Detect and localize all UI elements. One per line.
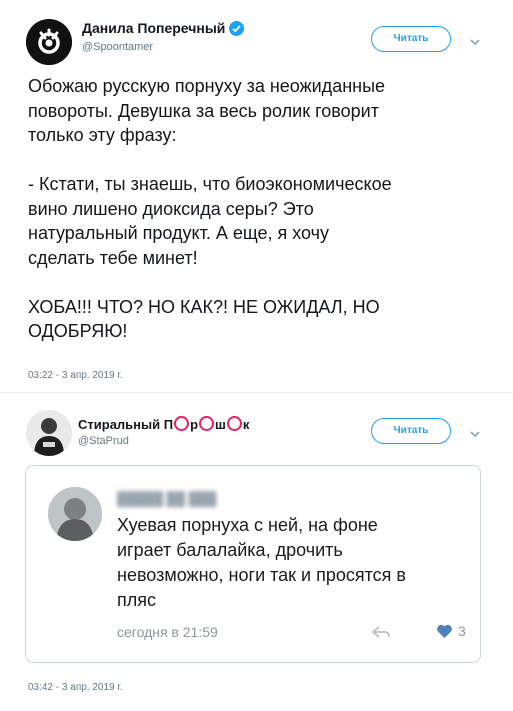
follow-button[interactable]: Читать [371, 418, 451, 444]
text-line-blank [28, 270, 498, 295]
tweet-timestamp[interactable]: 03:22 - 3 апр. 2019 г. [28, 370, 123, 381]
text-line: ХОБА!!! ЧТО? НО КАК?! НЕ ОЖИДАЛ, НО [28, 296, 380, 317]
comment-text: Хуевая порнуха с ней, на фоне играет бал… [117, 513, 462, 613]
tweet-text: Обожаю русскую порнуху за неожиданные по… [28, 74, 498, 344]
circle-o-icon [199, 416, 215, 431]
text-line: Хуевая порнуха с ней, на фоне [117, 515, 378, 535]
comment-time: сегодня в 21:59 [117, 624, 218, 640]
text-line: невозможно, ноги так и просятся в [117, 565, 406, 585]
text-line: пляс [117, 590, 156, 610]
circle-o-icon [226, 416, 242, 431]
like-count: 3 [458, 623, 466, 639]
author-name[interactable]: Стиральный Пршк [78, 416, 249, 432]
text-line-blank [28, 148, 498, 173]
text-line: сделать тебе минет! [28, 247, 198, 268]
author-handle[interactable]: @StaPrud [78, 435, 129, 447]
author-avatar[interactable] [26, 410, 72, 456]
commenter-avatar [48, 487, 102, 541]
avatar-photo-icon [26, 410, 72, 456]
text-line: играет балалайка, дрочить [117, 540, 343, 560]
circle-o-icon [174, 416, 190, 431]
avatar-logo-icon [26, 19, 72, 65]
quoted-comment-card[interactable]: █████ ██ ███ Хуевая порнуха с ней, на фо… [25, 465, 481, 663]
chevron-down-icon[interactable] [469, 34, 481, 46]
text-line: натуральный продукт. А еще, я хочу [28, 223, 330, 243]
tweet-timestamp[interactable]: 03:42 - 3 апр. 2019 г. [28, 682, 123, 693]
text-line: Обожаю русскую порнуху за неожиданные [28, 76, 386, 96]
commenter-name-blurred: █████ ██ ███ [117, 491, 217, 506]
commenter-photo-icon [48, 487, 102, 541]
text-line: только эту фразу: [28, 125, 177, 145]
author-avatar[interactable] [26, 19, 72, 65]
text-line: - Кстати, ты знаешь, что биоэкономическо… [28, 174, 392, 194]
reply-arrow-icon [371, 625, 391, 639]
verified-badge-icon [229, 21, 244, 36]
text-line: ОДОБРЯЮ! [28, 321, 128, 341]
author-handle[interactable]: @Spoontamer [82, 41, 153, 53]
author-name[interactable]: Данила Поперечный [82, 20, 225, 36]
follow-button[interactable]: Читать [371, 26, 451, 52]
text-line: повороты. Девушка за весь ролик говорит [28, 100, 379, 121]
chevron-down-icon[interactable] [469, 426, 481, 438]
heart-icon [436, 624, 453, 639]
text-line: вино лишено диоксида серы? Это [28, 198, 314, 219]
tweet-1: Данила Поперечный @Spoontamer Читать Обо… [0, 0, 513, 390]
